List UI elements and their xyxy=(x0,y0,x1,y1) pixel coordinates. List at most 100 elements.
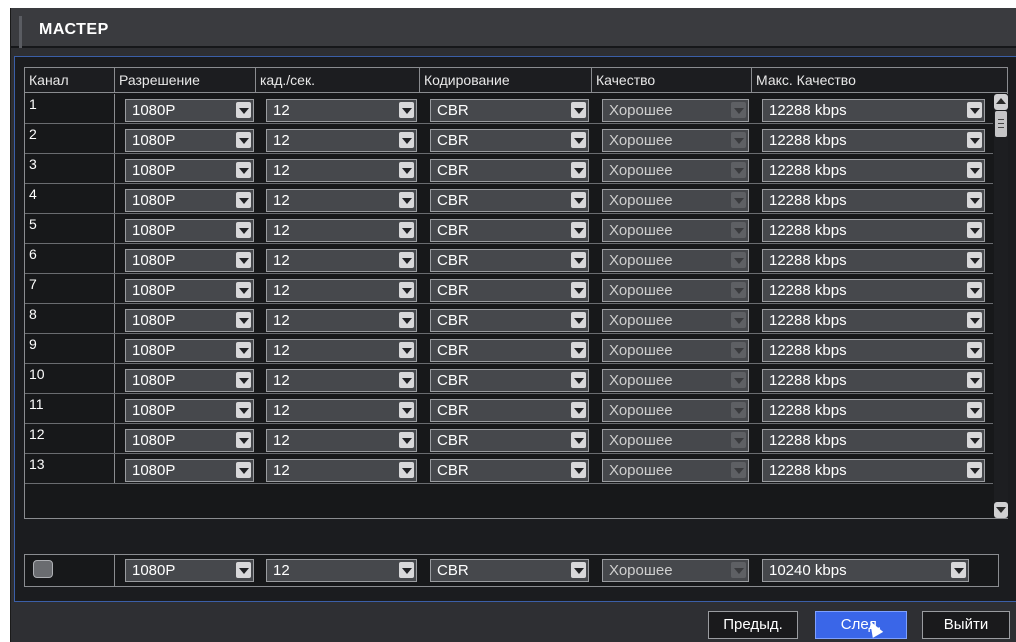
scroll-up-arrow-icon[interactable] xyxy=(994,94,1008,110)
max-quality-value: 12288 kbps xyxy=(769,162,847,179)
encoding-value: CBR xyxy=(437,192,469,209)
chevron-down-icon xyxy=(731,222,746,238)
encoding-select[interactable]: CBR xyxy=(430,309,589,332)
encoding-select[interactable]: CBR xyxy=(430,279,589,302)
header-fps: кад./сек. xyxy=(256,68,420,93)
all-fps-select[interactable]: 12 xyxy=(266,559,417,582)
fps-select[interactable]: 12 xyxy=(266,249,417,272)
fps-select[interactable]: 12 xyxy=(266,219,417,242)
max-quality-select[interactable]: 12288 kbps xyxy=(762,249,985,272)
max-quality-value: 12288 kbps xyxy=(769,222,847,239)
encoding-select[interactable]: CBR xyxy=(430,219,589,242)
fps-select[interactable]: 12 xyxy=(266,429,417,452)
resolution-select[interactable]: 1080P xyxy=(125,129,254,152)
resolution-value: 1080P xyxy=(132,462,176,479)
max-quality-select[interactable]: 12288 kbps xyxy=(762,99,985,122)
resolution-select[interactable]: 1080P xyxy=(125,219,254,242)
max-quality-select[interactable]: 12288 kbps xyxy=(762,279,985,302)
resolution-select[interactable]: 1080P xyxy=(125,399,254,422)
fps-value: 12 xyxy=(273,312,290,329)
max-quality-select[interactable]: 12288 kbps xyxy=(762,129,985,152)
fps-select[interactable]: 12 xyxy=(266,369,417,392)
fps-value: 12 xyxy=(273,372,290,389)
chevron-down-icon xyxy=(731,402,746,418)
max-quality-select[interactable]: 12288 kbps xyxy=(762,189,985,212)
channel-number: 1 xyxy=(25,94,115,123)
all-max-quality-select[interactable]: 10240 kbps xyxy=(762,559,969,582)
max-quality-select[interactable]: 12288 kbps xyxy=(762,219,985,242)
fps-select[interactable]: 12 xyxy=(266,459,417,482)
encoding-select[interactable]: CBR xyxy=(430,459,589,482)
chevron-down-icon xyxy=(967,102,982,118)
resolution-select[interactable]: 1080P xyxy=(125,189,254,212)
chevron-down-icon xyxy=(731,462,746,478)
encoding-value: CBR xyxy=(437,132,469,149)
fps-select[interactable]: 12 xyxy=(266,99,417,122)
quality-value: Хорошее xyxy=(609,432,673,449)
resolution-select[interactable]: 1080P xyxy=(125,429,254,452)
window-title: МАСТЕР xyxy=(39,21,109,38)
chevron-down-icon xyxy=(399,462,414,478)
fps-select[interactable]: 12 xyxy=(266,189,417,212)
encoding-select[interactable]: CBR xyxy=(430,399,589,422)
fps-select[interactable]: 12 xyxy=(266,309,417,332)
chevron-down-icon xyxy=(236,342,251,358)
encoding-select[interactable]: CBR xyxy=(430,189,589,212)
table-row: 9 1080P 12 CBR Хорошее 12288 kbps xyxy=(25,334,993,364)
channel-number: 13 xyxy=(25,454,115,483)
chevron-down-icon xyxy=(236,252,251,268)
chevron-down-icon xyxy=(731,282,746,298)
all-encoding-select[interactable]: CBR xyxy=(430,559,589,582)
max-quality-select[interactable]: 12288 kbps xyxy=(762,429,985,452)
vertical-scrollbar[interactable] xyxy=(994,94,1008,518)
max-quality-select[interactable]: 12288 kbps xyxy=(762,339,985,362)
encoding-select[interactable]: CBR xyxy=(430,129,589,152)
fps-value: 12 xyxy=(273,192,290,209)
quality-select: Хорошее xyxy=(602,129,749,152)
chevron-down-icon xyxy=(399,192,414,208)
max-quality-select[interactable]: 12288 kbps xyxy=(762,309,985,332)
fps-select[interactable]: 12 xyxy=(266,279,417,302)
max-quality-select[interactable]: 12288 kbps xyxy=(762,399,985,422)
max-quality-select[interactable]: 12288 kbps xyxy=(762,369,985,392)
fps-select[interactable]: 12 xyxy=(266,399,417,422)
fps-value: 12 xyxy=(273,222,290,239)
max-quality-select[interactable]: 12288 kbps xyxy=(762,459,985,482)
scrollbar-thumb[interactable] xyxy=(995,111,1007,137)
encoding-select[interactable]: CBR xyxy=(430,159,589,182)
chevron-down-icon xyxy=(967,252,982,268)
header-max-quality: Макс. Качество xyxy=(752,68,1007,93)
resolution-select[interactable]: 1080P xyxy=(125,159,254,182)
next-button[interactable]: След. xyxy=(815,611,907,639)
encoding-select[interactable]: CBR xyxy=(430,429,589,452)
resolution-select[interactable]: 1080P xyxy=(125,99,254,122)
chevron-down-icon xyxy=(236,102,251,118)
resolution-select[interactable]: 1080P xyxy=(125,459,254,482)
prev-button[interactable]: Предыд. xyxy=(708,611,798,639)
quality-select: Хорошее xyxy=(602,219,749,242)
exit-button[interactable]: Выйти xyxy=(922,611,1010,639)
fps-select[interactable]: 12 xyxy=(266,339,417,362)
chevron-down-icon xyxy=(399,432,414,448)
max-quality-select[interactable]: 12288 kbps xyxy=(762,159,985,182)
resolution-select[interactable]: 1080P xyxy=(125,279,254,302)
max-quality-value: 12288 kbps xyxy=(769,102,847,119)
encoding-value: CBR xyxy=(437,252,469,269)
encoding-select[interactable]: CBR xyxy=(430,339,589,362)
chevron-down-icon xyxy=(399,312,414,328)
encoding-select[interactable]: CBR xyxy=(430,369,589,392)
quality-select: Хорошее xyxy=(602,159,749,182)
encoding-value: CBR xyxy=(437,222,469,239)
resolution-select[interactable]: 1080P xyxy=(125,309,254,332)
fps-select[interactable]: 12 xyxy=(266,129,417,152)
encoding-select[interactable]: CBR xyxy=(430,99,589,122)
resolution-select[interactable]: 1080P xyxy=(125,339,254,362)
apply-all-checkbox[interactable] xyxy=(33,560,53,578)
scroll-down-arrow-icon[interactable] xyxy=(994,502,1008,518)
all-resolution-select[interactable]: 1080P xyxy=(125,559,254,582)
fps-select[interactable]: 12 xyxy=(266,159,417,182)
resolution-select[interactable]: 1080P xyxy=(125,249,254,272)
resolution-select[interactable]: 1080P xyxy=(125,369,254,392)
encoding-select[interactable]: CBR xyxy=(430,249,589,272)
quality-select: Хорошее xyxy=(602,429,749,452)
